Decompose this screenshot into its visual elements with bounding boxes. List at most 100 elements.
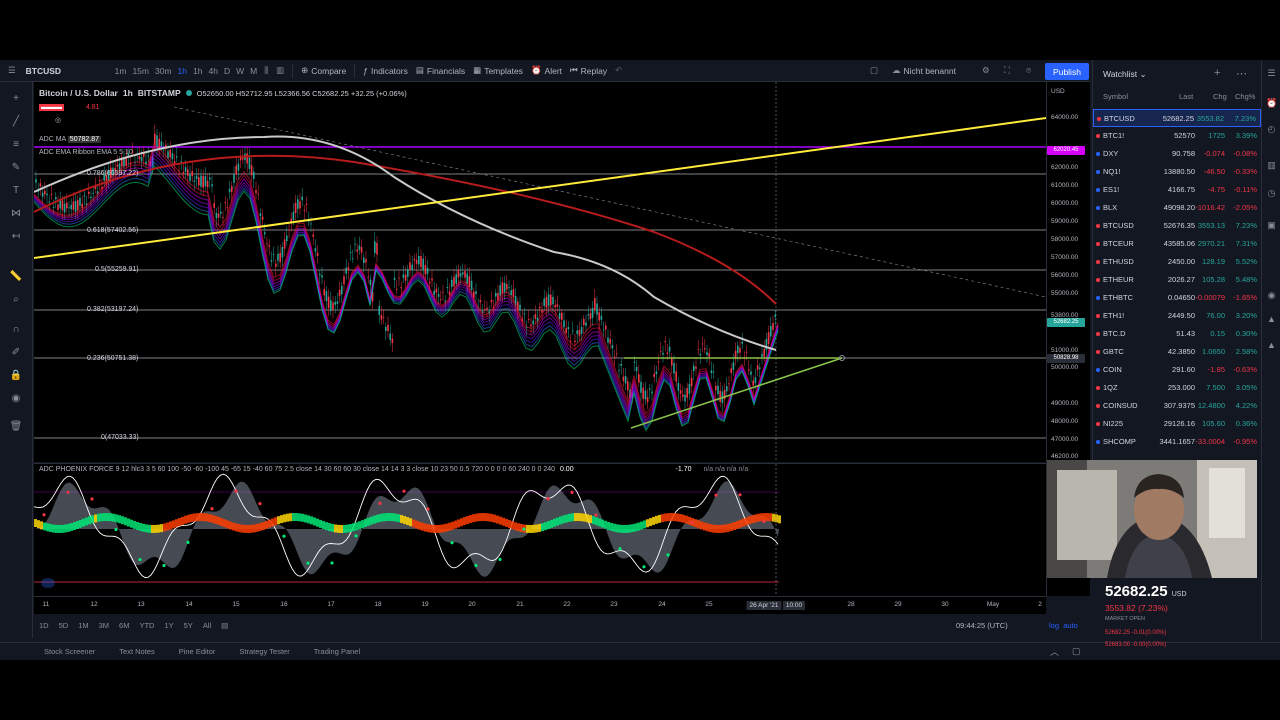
magnet-icon[interactable]: ∩: [9, 323, 23, 337]
eye-toggle-icon[interactable]: ◎: [55, 117, 61, 124]
interval-1m[interactable]: 1m: [112, 60, 130, 82]
camera-icon[interactable]: ⌾: [1022, 60, 1035, 82]
text-icon[interactable]: T: [9, 184, 23, 198]
notification-icon[interactable]: ▲: [1266, 314, 1277, 325]
chat-icon[interactable]: ◉: [1266, 290, 1277, 301]
watchlist-row[interactable]: BLX 49098.20 -1016.42 -2.05%: [1093, 199, 1261, 217]
interval-1h[interactable]: 1h: [175, 60, 190, 82]
interval-w[interactable]: W: [233, 60, 247, 82]
range-all[interactable]: All: [198, 621, 216, 630]
watchlist-row[interactable]: BTCUSD 52682.25 3553.82 7.23%: [1093, 109, 1261, 127]
crosshair-icon[interactable]: +: [9, 92, 23, 106]
goto-date-icon[interactable]: ▤: [216, 621, 233, 630]
undo-icon[interactable]: ↶: [611, 60, 626, 82]
watchlist-row[interactable]: NI225 29126.16 105.60 0.36%: [1093, 415, 1261, 433]
indicator-adc-ema-ribbon[interactable]: ADC EMA Ribbon EMA 5 5 10: [39, 149, 133, 156]
stay-drawing-icon[interactable]: ✐: [9, 346, 23, 360]
tab-trading-panel[interactable]: Trading Panel: [314, 647, 360, 656]
watchlist-row[interactable]: ES1! 4166.75 -4.75 -0.11%: [1093, 181, 1261, 199]
layout-name[interactable]: ☁ Nicht benannt: [888, 60, 960, 82]
tab-stock-screener[interactable]: Stock Screener: [44, 647, 95, 656]
brush-icon[interactable]: ✎: [9, 161, 23, 175]
range-5y[interactable]: 5Y: [179, 621, 198, 630]
watchlist-row[interactable]: GBTC 42.3850 1.0650 2.58%: [1093, 343, 1261, 361]
financials-button[interactable]: ▤ Financials: [412, 60, 469, 82]
interval-d[interactable]: D: [221, 60, 233, 82]
alerts-icon[interactable]: ⏰: [1266, 98, 1277, 109]
col-chg-percent[interactable]: Chg%: [1235, 92, 1255, 101]
lock-icon[interactable]: 🔒: [9, 369, 23, 383]
watchlist-title[interactable]: Watchlist ⌄: [1103, 69, 1147, 80]
fullscreen-icon[interactable]: ⛶: [1000, 60, 1014, 82]
fib-icon[interactable]: ≡: [9, 138, 23, 152]
layout-icon[interactable]: ▢: [866, 60, 882, 82]
more-icon[interactable]: ⋯: [1236, 67, 1247, 80]
trash-icon[interactable]: 🗑: [9, 420, 23, 434]
watchlist-row[interactable]: COIN 291.60 -1.85 -0.63%: [1093, 361, 1261, 379]
col-symbol[interactable]: Symbol: [1103, 92, 1128, 101]
trendline-icon[interactable]: ╱: [9, 115, 23, 129]
add-symbol-icon[interactable]: +: [1214, 67, 1220, 79]
range-1d[interactable]: 1D: [34, 621, 54, 630]
arrow-icon[interactable]: ↤: [9, 230, 23, 244]
interval-4h[interactable]: 4h: [205, 60, 220, 82]
watchlist-row[interactable]: BTC.D 51.43 0.15 0.30%: [1093, 325, 1261, 343]
alert-button[interactable]: ⏰ Alert: [527, 60, 566, 82]
ideas-icon[interactable]: ▣: [1266, 220, 1277, 231]
templates-button[interactable]: ▦ Templates: [469, 60, 527, 82]
col-chg[interactable]: Chg: [1213, 92, 1227, 101]
publish-button[interactable]: Publish: [1045, 63, 1089, 80]
candles-icon[interactable]: ▥: [272, 60, 288, 82]
watchlist-icon[interactable]: ☰: [1266, 68, 1277, 79]
watchlist-row[interactable]: BTC1! 52570 1725 3.39%: [1093, 127, 1261, 145]
price-chart[interactable]: Bitcoin / U.S. Dollar 1h BITSTAMP O52650…: [34, 82, 1046, 462]
settings-icon[interactable]: ⚙: [978, 60, 994, 82]
time-axis[interactable]: 11 12 13 14 15 16 17 18 19 20 21 22 23 24 25 26 Apr '21…: [34, 596, 1046, 614]
compare-button[interactable]: ⊕ Compare: [297, 60, 350, 82]
zoom-icon[interactable]: ⌕: [9, 293, 23, 307]
watchlist-row[interactable]: DXY 90.758 -0.074 -0.08%: [1093, 145, 1261, 163]
streams-icon[interactable]: ▲: [1266, 340, 1277, 351]
watchlist-row[interactable]: SHCOMP 3441.1657 -33.0004 -0.95%: [1093, 433, 1261, 451]
watchlist-row[interactable]: 1QZ 253.000 7.500 3.05%: [1093, 379, 1261, 397]
watchlist-row[interactable]: ETHBTC 0.04650 -0.00079 -1.65%: [1093, 289, 1261, 307]
eye-icon[interactable]: ◉: [9, 392, 23, 406]
utc-clock[interactable]: 09:44:25 (UTC): [956, 621, 1008, 630]
price-axis[interactable]: USD 64000.00 62000.00 61000.00 60000.00 …: [1046, 82, 1090, 462]
maximize-icon[interactable]: ▢: [1072, 646, 1081, 657]
range-ytd[interactable]: YTD: [134, 621, 159, 630]
watchlist-row[interactable]: COINSUD 307.9375 12.4800 4.22%: [1093, 397, 1261, 415]
range-1y[interactable]: 1Y: [159, 621, 178, 630]
chart-type-icon[interactable]: ⫼: [260, 60, 272, 82]
calendar-icon[interactable]: ◷: [1266, 188, 1277, 199]
symbol-search[interactable]: BTCUSD: [22, 60, 112, 82]
range-3m[interactable]: 3M: [94, 621, 114, 630]
watchlist-row[interactable]: BTCEUR 43585.06 2970.21 7.31%: [1093, 235, 1261, 253]
replay-button[interactable]: ⏮ Replay: [566, 60, 611, 82]
watchlist-row[interactable]: ETHEUR 2026.27 105.28 5.48%: [1093, 271, 1261, 289]
interval-1h-alt[interactable]: 1h: [190, 60, 205, 82]
interval-15m[interactable]: 15m: [129, 60, 152, 82]
tab-text-notes[interactable]: Text Notes: [119, 647, 154, 656]
watchlist-row[interactable]: BTCUSD 52676.35 3553.13 7.23%: [1093, 217, 1261, 235]
watchlist-row[interactable]: ETHUSD 2450.00 128.19 5.52%: [1093, 253, 1261, 271]
range-6m[interactable]: 6M: [114, 621, 134, 630]
collapse-icon[interactable]: ︿: [1050, 645, 1059, 658]
range-1m[interactable]: 1M: [73, 621, 93, 630]
hotlist-icon[interactable]: ▥: [1266, 160, 1277, 171]
log-toggle[interactable]: log auto: [1049, 621, 1078, 630]
indicator-adc-ma[interactable]: ADC MA 50782.87: [39, 136, 101, 143]
indicators-button[interactable]: ƒ Indicators: [359, 60, 412, 82]
tab-strategy-tester[interactable]: Strategy Tester: [239, 647, 289, 656]
interval-30m[interactable]: 30m: [152, 60, 175, 82]
pattern-icon[interactable]: ⋈: [9, 207, 23, 221]
col-last[interactable]: Last: [1179, 92, 1193, 101]
data-window-icon[interactable]: ◴: [1266, 124, 1277, 135]
menu-icon[interactable]: ☰: [0, 60, 22, 82]
oscillator-pane[interactable]: ADC PHOENIX FORCE 9 12 hlc3 3 5 60 100 -…: [34, 463, 1046, 596]
watchlist-row[interactable]: NQ1! 13880.50 -46.50 -0.33%: [1093, 163, 1261, 181]
watchlist-row[interactable]: ETH1! 2449.50 76.00 3.20%: [1093, 307, 1261, 325]
ruler-icon[interactable]: 📏: [9, 270, 23, 284]
range-5d[interactable]: 5D: [54, 621, 74, 630]
interval-m[interactable]: M: [247, 60, 260, 82]
